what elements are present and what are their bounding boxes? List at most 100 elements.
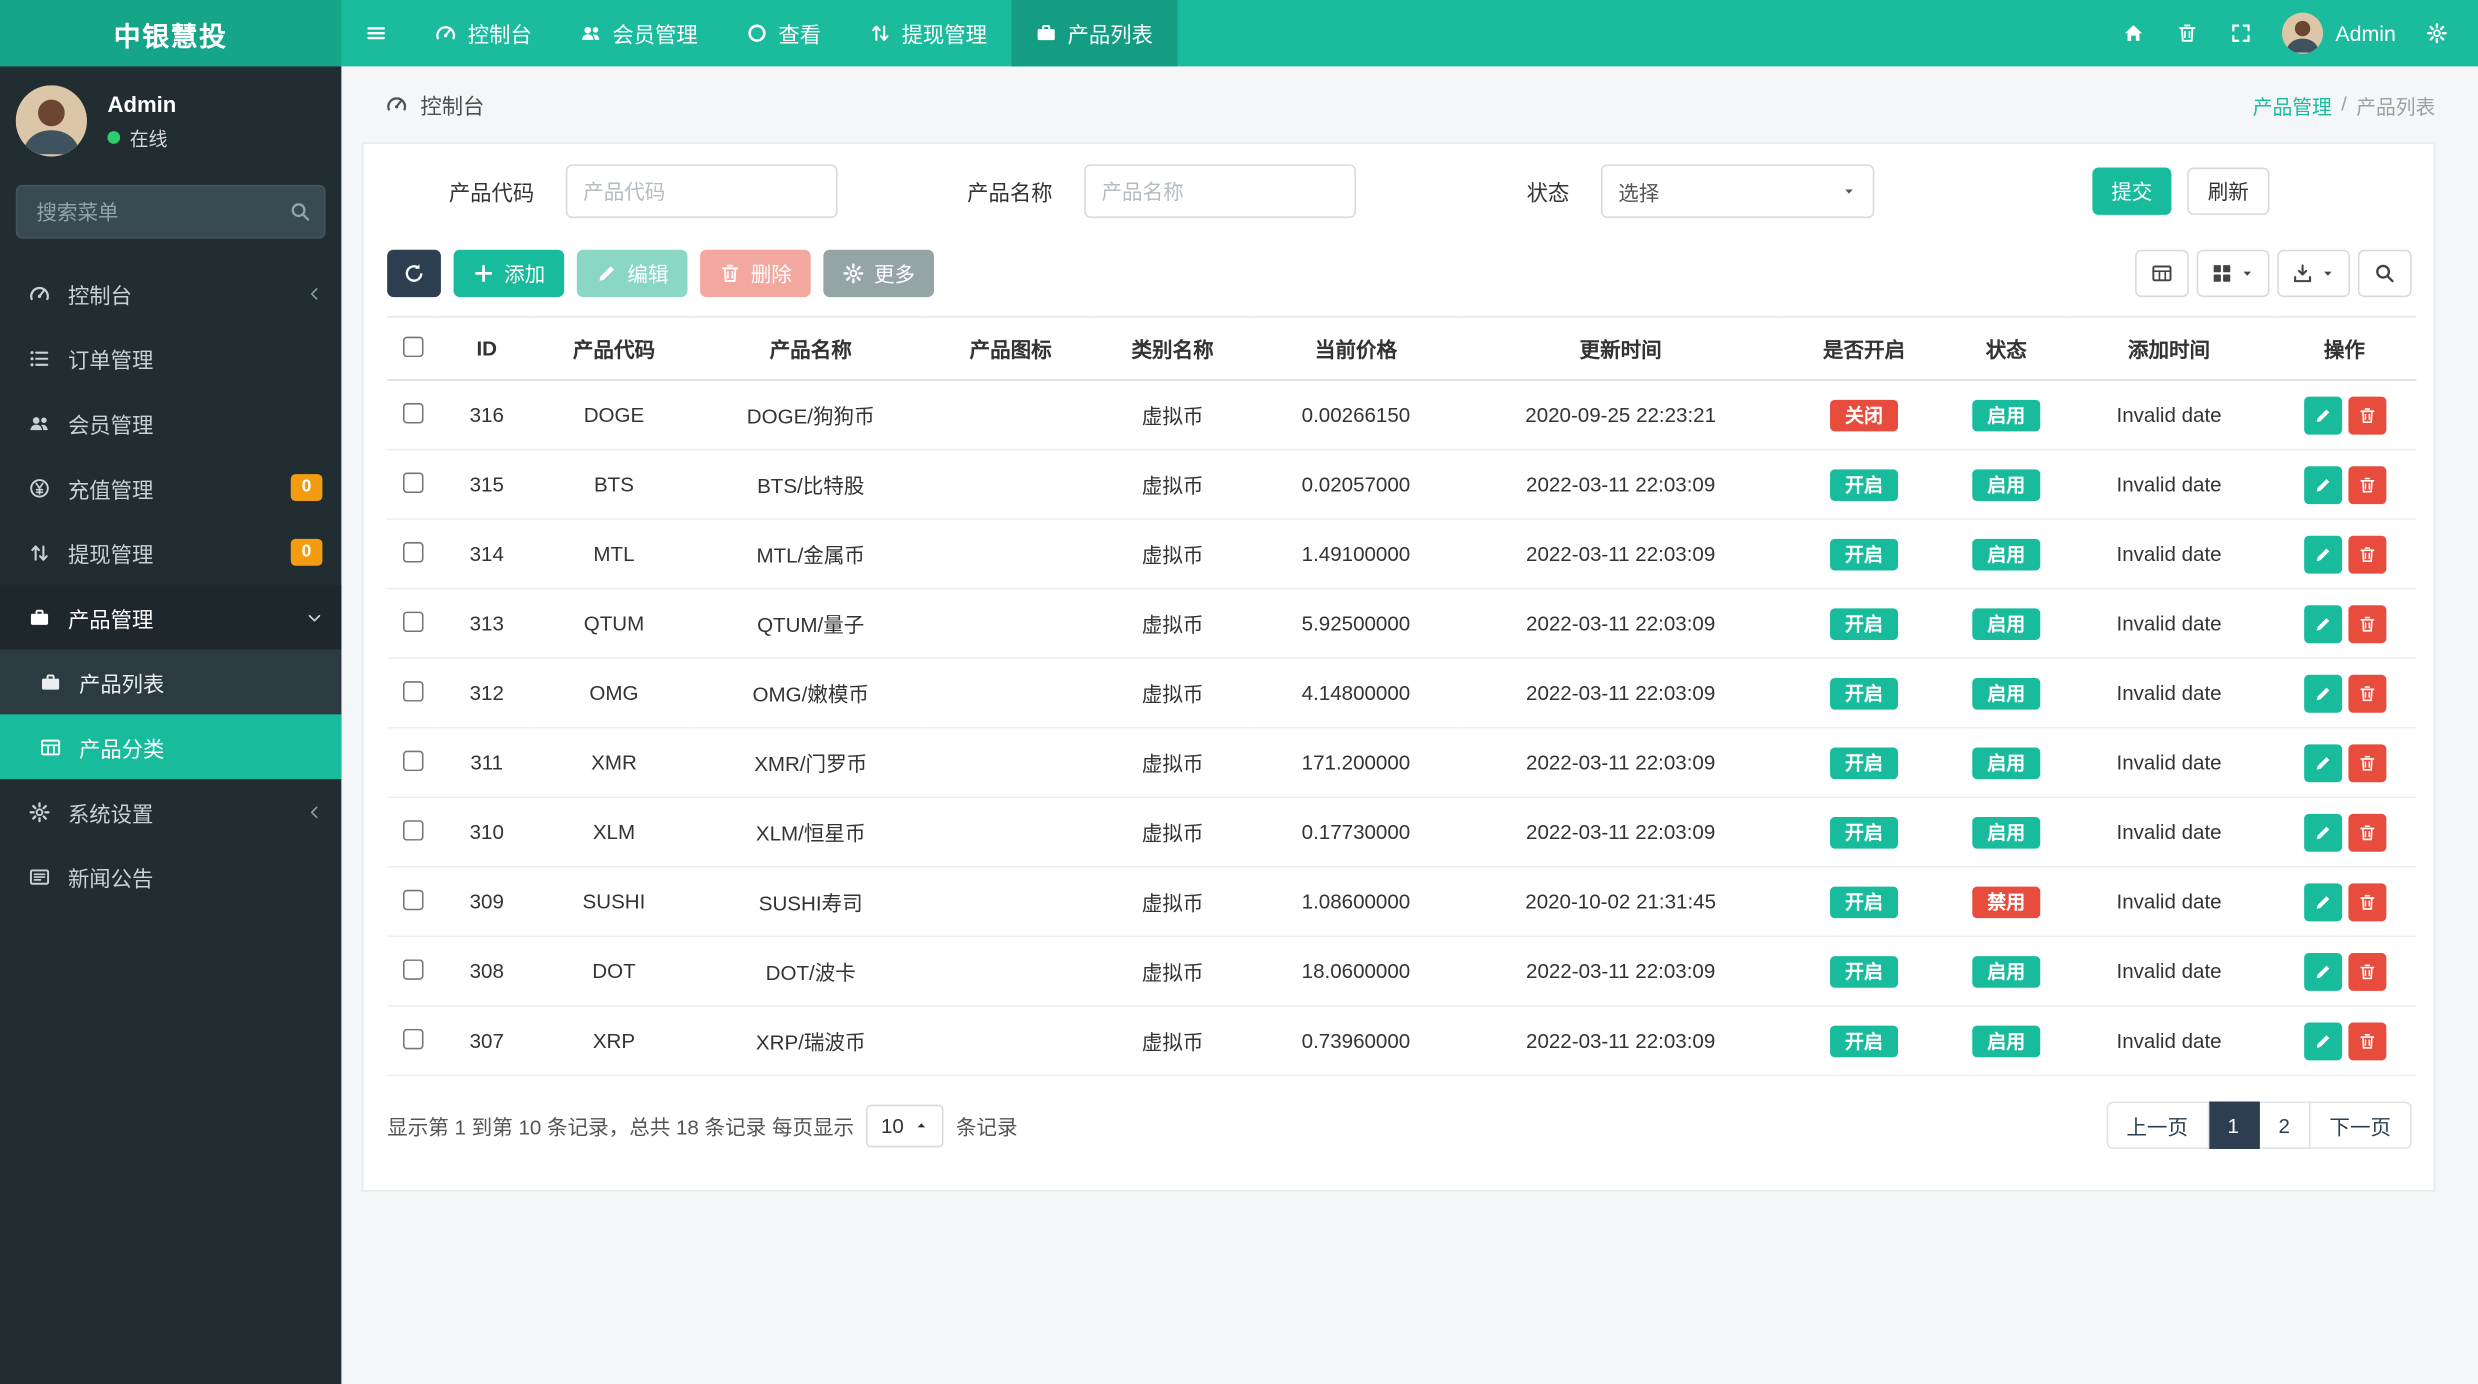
cell-added: Invalid date <box>2065 936 2273 1007</box>
pagination-next[interactable]: 下一页 <box>2310 1101 2412 1149</box>
row-delete-button[interactable] <box>2347 813 2386 852</box>
export-button[interactable] <box>2277 249 2350 298</box>
nav-item-view[interactable]: 查看 <box>721 0 844 66</box>
status-badge: 启用 <box>1973 399 2040 431</box>
sidebar-item-products[interactable]: 产品管理 <box>0 584 342 650</box>
column-header[interactable]: 当前价格 <box>1251 316 1461 381</box>
row-delete-button[interactable] <box>2347 534 2386 573</box>
row-edit-button[interactable] <box>2303 395 2342 434</box>
cell-added: Invalid date <box>2065 449 2273 520</box>
sidebar-search-button[interactable] <box>275 185 326 239</box>
nav-item-members[interactable]: 会员管理 <box>555 0 721 66</box>
sidebar-toggle-button[interactable] <box>341 0 411 66</box>
column-header[interactable]: 更新时间 <box>1460 316 1782 381</box>
cell-select <box>387 588 440 660</box>
sidebar-item-orders[interactable]: 订单管理 <box>0 326 341 391</box>
refresh-button[interactable]: 刷新 <box>2187 167 2270 215</box>
row-edit-button[interactable] <box>2303 674 2342 712</box>
row-edit-button[interactable] <box>2303 604 2342 643</box>
more-button[interactable]: 更多 <box>823 249 935 298</box>
columns-button[interactable] <box>2196 249 2270 298</box>
row-edit-button[interactable] <box>2303 813 2342 852</box>
column-header[interactable]: 产品图标 <box>927 316 1094 381</box>
row-checkbox[interactable] <box>402 402 424 423</box>
cell-price: 0.02057000 <box>1251 449 1461 520</box>
sidebar-item-withdrawals[interactable]: 提现管理 0 <box>0 520 341 585</box>
column-header[interactable]: 添加时间 <box>2065 316 2273 381</box>
row-checkbox[interactable] <box>402 749 424 771</box>
row-checkbox[interactable] <box>402 888 424 910</box>
row-edit-button[interactable] <box>2303 882 2342 921</box>
row-edit-button[interactable] <box>2303 465 2342 504</box>
product-name-input[interactable] <box>1084 164 1356 219</box>
column-header[interactable]: 状态 <box>1946 316 2066 381</box>
edit-button[interactable]: 编辑 <box>576 249 688 298</box>
settings-button[interactable] <box>2412 0 2463 66</box>
sidebar-item-console[interactable]: 控制台 <box>0 261 341 326</box>
column-header[interactable]: 产品代码 <box>534 316 694 381</box>
row-checkbox[interactable] <box>402 471 424 493</box>
sidebar-item-product-category[interactable]: 产品分类 <box>0 714 342 780</box>
cell-id: 316 <box>439 380 535 451</box>
submit-button[interactable]: 提交 <box>2092 167 2172 215</box>
pagination-page-1[interactable]: 1 <box>2208 1101 2260 1149</box>
row-delete-button[interactable] <box>2347 952 2386 991</box>
row-delete-button[interactable] <box>2347 465 2386 504</box>
row-delete-button[interactable] <box>2347 882 2386 921</box>
column-header[interactable]: 操作 <box>2272 316 2417 381</box>
column-header[interactable]: 产品名称 <box>693 316 928 381</box>
row-delete-button[interactable] <box>2347 674 2386 712</box>
row-checkbox[interactable] <box>402 680 424 701</box>
search-toggle-button[interactable] <box>2357 249 2412 298</box>
cell-added: Invalid date <box>2065 727 2273 799</box>
row-edit-button[interactable] <box>2303 952 2342 991</box>
sidebar-item-members[interactable]: 会员管理 <box>0 390 341 455</box>
row-edit-button[interactable] <box>2303 1021 2342 1060</box>
add-button[interactable]: 添加 <box>453 249 565 298</box>
cell-select <box>387 380 440 451</box>
toggle-view-button[interactable] <box>2135 249 2189 298</box>
cell-code: DOT <box>534 936 694 1007</box>
row-checkbox[interactable] <box>402 958 424 980</box>
cell-added: Invalid date <box>2065 519 2273 590</box>
sidebar-item-news[interactable]: 新闻公告 <box>0 844 341 909</box>
cell-category: 虚拟币 <box>1093 449 1252 520</box>
delete-button[interactable]: 删除 <box>700 249 811 298</box>
status-select[interactable]: 选择 <box>1600 164 1875 219</box>
sidebar-item-product-list[interactable]: 产品列表 <box>0 649 342 715</box>
cell-name: MTL/金属币 <box>693 519 928 590</box>
row-delete-button[interactable] <box>2347 604 2386 643</box>
row-edit-button[interactable] <box>2303 534 2342 573</box>
user-menu[interactable]: Admin <box>2269 12 2408 54</box>
pagination-page-2[interactable]: 2 <box>2259 1101 2311 1149</box>
row-delete-button[interactable] <box>2347 395 2386 434</box>
row-edit-button[interactable] <box>2303 743 2342 782</box>
column-header[interactable]: 是否开启 <box>1781 316 1947 381</box>
brand-logo[interactable]: 中银慧投 <box>0 0 342 67</box>
home-button[interactable] <box>2108 0 2159 66</box>
row-checkbox[interactable] <box>402 541 424 562</box>
row-checkbox[interactable] <box>402 610 424 632</box>
product-code-input[interactable] <box>565 164 838 219</box>
row-delete-button[interactable] <box>2347 743 2386 782</box>
sidebar-item-recharge[interactable]: 充值管理 0 <box>0 455 341 520</box>
row-checkbox[interactable] <box>402 819 424 840</box>
nav-item-console[interactable]: 控制台 <box>411 0 556 66</box>
cell-open: 开启 <box>1781 658 1947 729</box>
breadcrumb-section-link[interactable]: 产品管理 <box>2253 89 2332 119</box>
fullscreen-button[interactable] <box>2215 0 2266 66</box>
sidebar-item-settings[interactable]: 系统设置 <box>0 779 341 844</box>
column-header[interactable]: ID <box>439 316 535 381</box>
briefcase-icon <box>1034 22 1056 44</box>
nav-item-withdrawals[interactable]: 提现管理 <box>845 0 1011 66</box>
pagination-prev[interactable]: 上一页 <box>2105 1101 2209 1149</box>
column-header[interactable]: 类别名称 <box>1093 316 1252 381</box>
refresh-table-button[interactable] <box>387 249 441 298</box>
nav-item-product-list[interactable]: 产品列表 <box>1010 0 1177 67</box>
row-delete-button[interactable] <box>2347 1021 2386 1060</box>
row-checkbox[interactable] <box>402 1028 424 1049</box>
trash-button[interactable] <box>2162 0 2213 66</box>
select-all-checkbox[interactable] <box>402 335 424 357</box>
pencil-icon <box>2313 892 2332 911</box>
page-size-select[interactable]: 10 <box>866 1103 944 1147</box>
